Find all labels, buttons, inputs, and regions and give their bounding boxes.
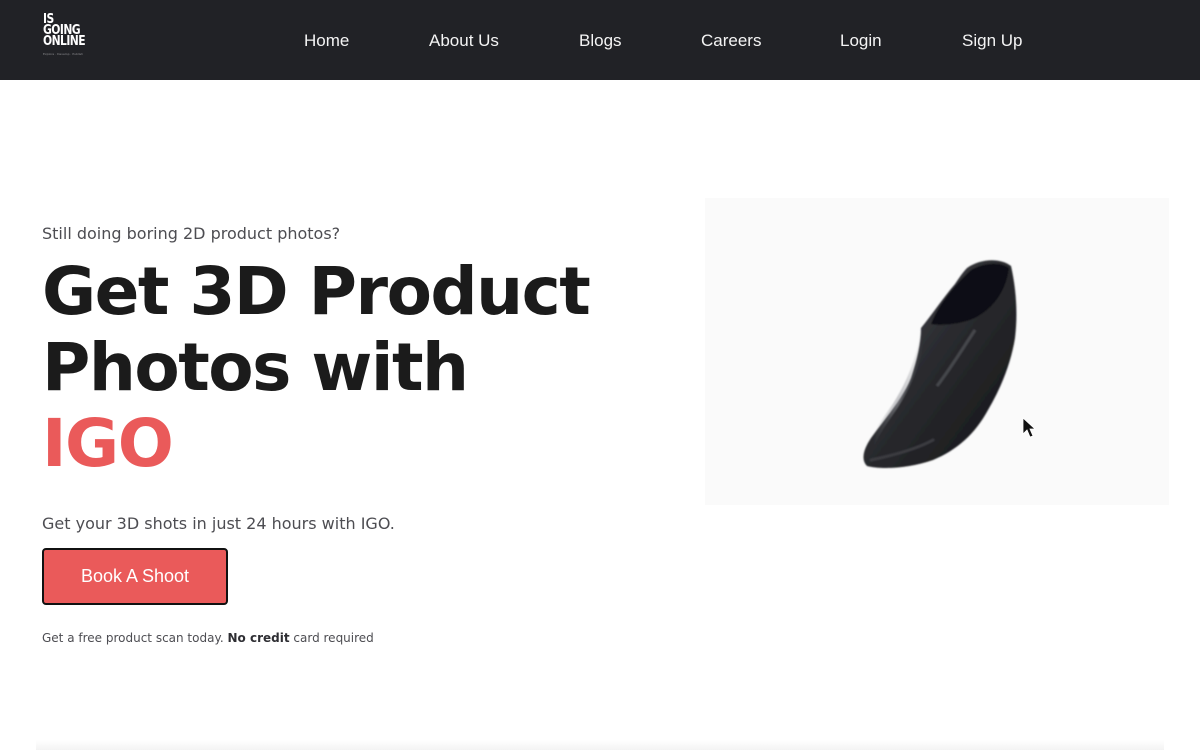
note-bold: No credit <box>227 631 290 645</box>
nav-link-about-us[interactable]: About Us <box>429 30 499 52</box>
nav-link-sign-up[interactable]: Sign Up <box>962 30 1022 52</box>
logo-line-3: ONLINE <box>43 34 86 49</box>
top-navbar: IS GOING ONLINE Explore · Develop · Publ… <box>0 0 1200 80</box>
book-a-shoot-button[interactable]: Book A Shoot <box>42 548 228 605</box>
headline-line-2: Photos with <box>42 329 469 406</box>
nav-link-login[interactable]: Login <box>840 30 882 52</box>
logo-tagline: Explore · Develop · Publish <box>43 52 84 56</box>
hero-headline: Get 3D Product Photos with IGO <box>42 254 642 482</box>
free-scan-note: Get a free product scan today. No credit… <box>42 630 374 646</box>
note-start: Get a free product scan today. <box>42 631 224 645</box>
note-end: card required <box>293 631 374 645</box>
product-3d-viewer[interactable] <box>705 198 1169 505</box>
product-render <box>863 260 1037 468</box>
headline-accent: IGO <box>42 405 174 482</box>
igo-logo[interactable]: IS GOING ONLINE Explore · Develop · Publ… <box>43 13 103 66</box>
mouse-pointer-icon <box>1022 417 1037 438</box>
hero-subtext: Get your 3D shots in just 24 hours with … <box>42 514 395 533</box>
ankle-boot-icon <box>863 260 1017 468</box>
nav-link-home[interactable]: Home <box>304 30 349 52</box>
nav-link-careers[interactable]: Careers <box>701 30 761 52</box>
headline-line-1: Get 3D Product <box>42 253 591 330</box>
section-divider <box>36 740 1164 750</box>
nav-link-blogs[interactable]: Blogs <box>579 30 622 52</box>
hero-eyebrow: Still doing boring 2D product photos? <box>42 224 341 243</box>
